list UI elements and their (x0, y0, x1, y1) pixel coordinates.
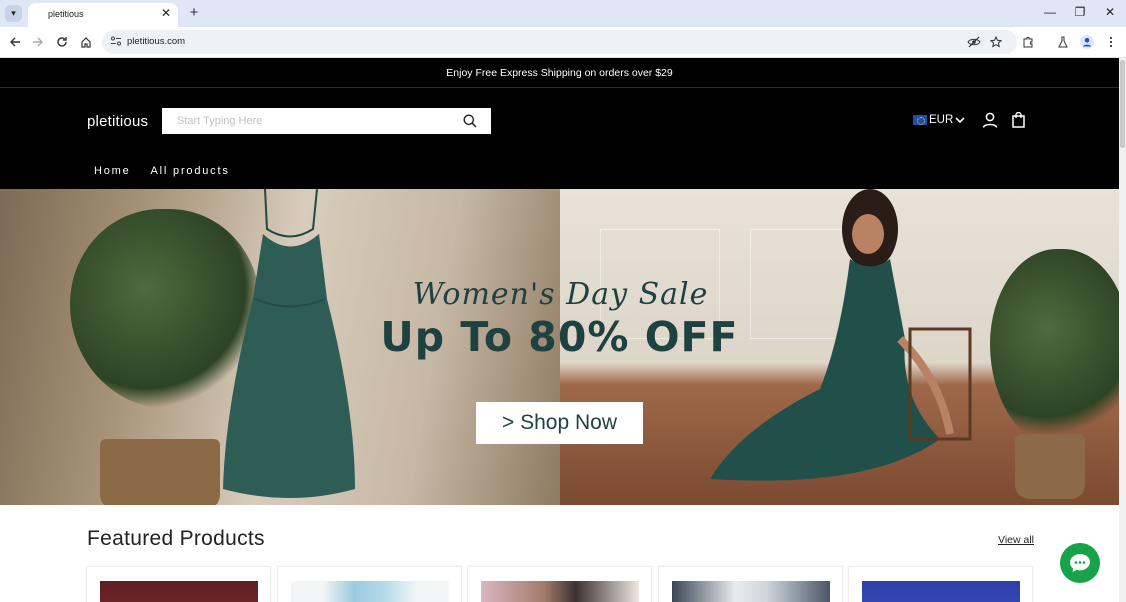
extensions-icon[interactable] (1020, 34, 1036, 50)
site-info-icon[interactable] (110, 35, 122, 47)
product-image (481, 581, 639, 602)
browser-menu-icon[interactable] (1103, 34, 1119, 50)
tab-search-icon[interactable]: ▾ (5, 5, 22, 22)
product-image (100, 581, 258, 602)
product-card[interactable] (467, 566, 652, 602)
site-header: pletitious EUR Home All products (0, 88, 1119, 189)
search-box (162, 108, 491, 134)
browser-tab[interactable]: pletitious ✕ (28, 3, 178, 27)
url-text: pletitious.com (127, 36, 186, 47)
hero-script-title: Women's Day Sale (412, 277, 709, 312)
product-card[interactable] (86, 566, 271, 602)
nav-all-products[interactable]: All products (151, 165, 230, 177)
product-card[interactable] (848, 566, 1033, 602)
close-window-icon[interactable]: ✕ (1103, 5, 1117, 19)
main-nav: Home All products (94, 165, 230, 177)
eu-flag-icon (913, 115, 927, 125)
store-logo[interactable]: pletitious (87, 113, 148, 130)
new-tab-icon[interactable]: + (186, 4, 202, 21)
search-input[interactable] (162, 108, 452, 134)
chevron-down-icon (955, 117, 965, 124)
shopping-bag-icon[interactable] (1012, 112, 1025, 128)
currency-label: EUR (929, 114, 954, 126)
plant-pot-image (100, 439, 220, 505)
reload-icon[interactable] (53, 33, 71, 51)
forward-icon[interactable] (29, 33, 47, 51)
account-icon[interactable] (982, 112, 998, 128)
product-image (862, 581, 1020, 602)
product-card[interactable] (658, 566, 843, 602)
scrollbar-thumb[interactable] (1120, 60, 1125, 148)
nav-home[interactable]: Home (94, 165, 131, 177)
announcement-bar: Enjoy Free Express Shipping on orders ov… (0, 58, 1119, 88)
labs-flask-icon[interactable] (1055, 34, 1071, 50)
view-all-link[interactable]: View all (998, 534, 1034, 546)
hero-banner[interactable]: Women's Day Sale Up To 80% OFF > Shop No… (0, 189, 1119, 505)
product-image (672, 581, 830, 602)
featured-products-heading: Featured Products (87, 527, 265, 550)
search-icon[interactable] (463, 114, 477, 128)
currency-selector[interactable]: EUR (913, 114, 965, 126)
eye-off-icon[interactable] (966, 34, 982, 50)
address-bar[interactable]: pletitious.com (102, 30, 1017, 54)
plant-pot-image (1015, 434, 1085, 499)
tab-title: pletitious (48, 9, 84, 19)
minimize-icon[interactable]: — (1043, 5, 1057, 19)
chat-bubble-icon (1070, 554, 1090, 572)
product-image (291, 581, 449, 602)
back-icon[interactable] (6, 33, 24, 51)
home-icon[interactable] (77, 33, 95, 51)
hero-title: Up To 80% OFF (380, 313, 739, 361)
page-viewport: Enjoy Free Express Shipping on orders ov… (0, 58, 1119, 602)
restore-icon[interactable]: ❐ (1073, 5, 1087, 19)
shop-now-button[interactable]: > Shop Now (476, 402, 643, 444)
close-tab-icon[interactable]: ✕ (159, 6, 173, 20)
bookmark-star-icon[interactable] (988, 34, 1004, 50)
profile-avatar-icon[interactable] (1079, 34, 1095, 50)
page-scrollbar[interactable] (1119, 58, 1126, 602)
product-card[interactable] (277, 566, 462, 602)
chat-button[interactable] (1060, 543, 1100, 583)
browser-toolbar: pletitious.com (0, 27, 1126, 58)
browser-tabstrip: ▾ pletitious ✕ + — ❐ ✕ (0, 0, 1126, 27)
